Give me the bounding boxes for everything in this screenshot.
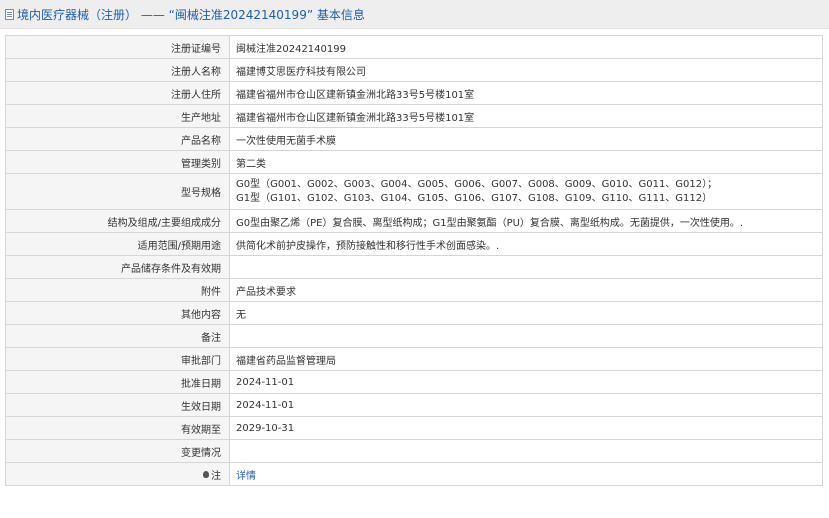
row-value (229, 324, 823, 348)
row-label: 型号规格 (5, 173, 230, 210)
table-row: 适用范围/预期用途 供简化术前护皮操作，预防接触性和移行性手术创面感染。. (5, 232, 823, 256)
row-label: 注册人名称 (5, 58, 230, 82)
table-row: 产品储存条件及有效期 (5, 255, 823, 279)
row-label: 结构及组成/主要组成成分 (5, 209, 230, 233)
row-value: G0型（G001、G002、G003、G004、G005、G006、G007、G… (229, 173, 823, 210)
row-label: 适用范围/预期用途 (5, 232, 230, 256)
table-row: 注册人名称 福建博艾思医疗科技有限公司 (5, 58, 823, 82)
table-row: 结构及组成/主要组成成分 G0型由聚乙烯（PE）复合膜、离型纸构成；G1型由聚氨… (5, 209, 823, 233)
row-value: 闽械注准20242140199 (229, 35, 823, 59)
row-label: 批准日期 (5, 370, 230, 394)
model-spec-line: G0型（G001、G002、G003、G004、G005、G006、G007、G… (236, 178, 718, 190)
row-value: 产品技术要求 (229, 278, 823, 302)
page-title-bar: 境内医疗器械（注册） —— “闽械注准20242140199” 基本信息 (0, 0, 829, 29)
table-row: 其他内容 无 (5, 301, 823, 325)
row-label: 生产地址 (5, 104, 230, 128)
row-value: 2029-10-31 (229, 416, 823, 440)
row-label: 备注 (5, 324, 230, 348)
row-label: 注册人住所 (5, 81, 230, 105)
row-value: 第二类 (229, 150, 823, 174)
row-value: 福建省福州市仓山区建新镇金洲北路33号5号楼101室 (229, 81, 823, 105)
table-row: 管理类别 第二类 (5, 150, 823, 174)
row-label: 附件 (5, 278, 230, 302)
row-value: 福建省药品监督管理局 (229, 347, 823, 371)
note-label: 注 (211, 470, 221, 482)
row-value: 无 (229, 301, 823, 325)
table-row: 有效期至 2029-10-31 (5, 416, 823, 440)
details-link[interactable]: 详情 (236, 471, 256, 482)
row-value: 2024-11-01 (229, 370, 823, 394)
row-label: 管理类别 (5, 150, 230, 174)
table-row: 变更情况 (5, 439, 823, 463)
row-value (229, 255, 823, 279)
table-row: 注 详情 (5, 462, 823, 486)
page-title: 境内医疗器械（注册） —— “闽械注准20242140199” 基本信息 (17, 7, 365, 22)
row-value: 供简化术前护皮操作，预防接触性和移行性手术创面感染。. (229, 232, 823, 256)
table-row: 生产地址 福建省福州市仓山区建新镇金洲北路33号5号楼101室 (5, 104, 823, 128)
row-label: 产品储存条件及有效期 (5, 255, 230, 279)
row-value: G0型由聚乙烯（PE）复合膜、离型纸构成；G1型由聚氨酯（PU）复合膜、离型纸构… (229, 209, 823, 233)
row-value: 2024-11-01 (229, 393, 823, 417)
row-label-note: 注 (5, 462, 230, 486)
row-label: 生效日期 (5, 393, 230, 417)
table-row: 注册人住所 福建省福州市仓山区建新镇金洲北路33号5号楼101室 (5, 81, 823, 105)
table-row: 注册证编号 闽械注准20242140199 (5, 35, 823, 59)
row-label: 有效期至 (5, 416, 230, 440)
document-icon (5, 8, 14, 20)
model-spec-line: G1型（G101、G102、G103、G104、G105、G106、G107、G… (236, 192, 713, 204)
table-row: 产品名称 一次性使用无菌手术膜 (5, 127, 823, 151)
row-value: 一次性使用无菌手术膜 (229, 127, 823, 151)
row-value: 福建省福州市仓山区建新镇金洲北路33号5号楼101室 (229, 104, 823, 128)
table-row: 批准日期 2024-11-01 (5, 370, 823, 394)
table-row: 附件 产品技术要求 (5, 278, 823, 302)
row-label: 注册证编号 (5, 35, 230, 59)
row-value: 福建博艾思医疗科技有限公司 (229, 58, 823, 82)
row-value (229, 439, 823, 463)
lightbulb-icon (203, 471, 209, 478)
table-row: 型号规格 G0型（G001、G002、G003、G004、G005、G006、G… (5, 173, 823, 210)
row-label: 变更情况 (5, 439, 230, 463)
row-value: 详情 (229, 462, 823, 486)
table-row: 审批部门 福建省药品监督管理局 (5, 347, 823, 371)
table-row: 备注 (5, 324, 823, 348)
table-row: 生效日期 2024-11-01 (5, 393, 823, 417)
row-label: 其他内容 (5, 301, 230, 325)
detail-table: 注册证编号 闽械注准20242140199 注册人名称 福建博艾思医疗科技有限公… (5, 35, 823, 486)
row-label: 产品名称 (5, 127, 230, 151)
row-label: 审批部门 (5, 347, 230, 371)
